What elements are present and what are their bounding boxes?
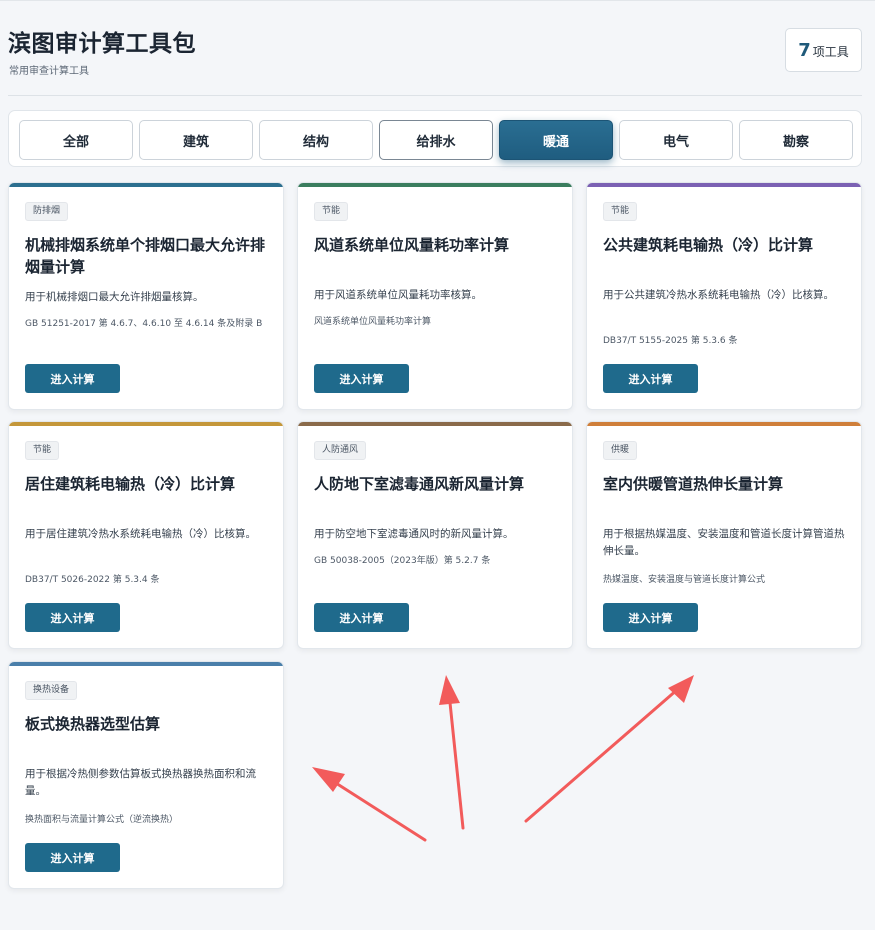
- card-tag: 节能: [25, 441, 60, 460]
- header-divider: [8, 95, 862, 96]
- tool-card: 人防通风 人防地下室滤毒通风新风量计算 用于防空地下室滤毒通风时的新风量计算。 …: [297, 421, 573, 649]
- tool-count-badge: 7 项工具: [785, 28, 862, 72]
- card-tag: 人防通风: [314, 441, 367, 460]
- tool-card: 防排烟 机械排烟系统单个排烟口最大允许排烟量计算 用于机械排烟口最大允许排烟量核…: [8, 182, 284, 410]
- card-description: 用于机械排烟口最大允许排烟量核算。: [25, 291, 204, 303]
- card-accent-bar: [9, 183, 283, 187]
- card-accent-bar: [9, 662, 283, 666]
- card-title: 公共建筑耗电输热（冷）比计算: [603, 236, 814, 254]
- filter-all-button[interactable]: 全部: [19, 120, 133, 160]
- card-title: 室内供暖管道热伸长量计算: [603, 475, 784, 493]
- arrow-left: [312, 767, 427, 842]
- tool-card: 节能 风道系统单位风量耗功率计算 用于风道系统单位风量耗功率核算。 风道系统单位…: [297, 182, 573, 410]
- card-accent-bar: [587, 183, 861, 187]
- arrow-up: [439, 675, 465, 830]
- filter-architecture-button[interactable]: 建筑: [139, 120, 253, 160]
- enter-calculation-button[interactable]: 进入计算: [603, 364, 698, 393]
- tool-card: 换热设备 板式换热器选型估算 用于根据冷热侧参数估算板式换热器换热面积和流量。 …: [8, 661, 284, 889]
- enter-calculation-button[interactable]: 进入计算: [25, 603, 120, 632]
- card-tag: 防排烟: [25, 202, 69, 221]
- card-title: 人防地下室滤毒通风新风量计算: [314, 475, 525, 493]
- card-accent-bar: [298, 422, 572, 426]
- tool-card: 节能 公共建筑耗电输热（冷）比计算 用于公共建筑冷热水系统耗电输热（冷）比核算。…: [586, 182, 862, 410]
- filter-structure-button[interactable]: 结构: [259, 120, 373, 160]
- card-accent-bar: [9, 422, 283, 426]
- enter-calculation-button[interactable]: 进入计算: [314, 364, 409, 393]
- card-reference: 换热面积与流量计算公式（逆流换热）: [25, 815, 179, 825]
- card-description: 用于根据热媒温度、安装温度和管道长度计算管道热伸长量。: [603, 528, 845, 557]
- card-reference: 热媒温度、安装温度与管道长度计算公式: [603, 575, 766, 585]
- filter-survey-button[interactable]: 勘察: [739, 120, 853, 160]
- top-border: [0, 0, 875, 1]
- card-accent-bar: [298, 183, 572, 187]
- card-description: 用于根据冷热侧参数估算板式换热器换热面积和流量。: [25, 768, 256, 797]
- card-description: 用于公共建筑冷热水系统耗电输热（冷）比核算。: [603, 289, 834, 301]
- card-reference: 风道系统单位风量耗功率计算: [314, 317, 432, 327]
- arrow-right: [524, 675, 694, 823]
- card-tag: 节能: [314, 202, 349, 221]
- filter-hvac-button[interactable]: 暖通: [499, 120, 613, 160]
- card-reference: GB 51251-2017 第 4.6.7、4.6.10 至 4.6.14 条及…: [25, 319, 263, 329]
- card-description: 用于风道系统单位风量耗功率核算。: [314, 289, 482, 301]
- enter-calculation-button[interactable]: 进入计算: [314, 603, 409, 632]
- enter-calculation-button[interactable]: 进入计算: [25, 843, 120, 872]
- tool-card: 供暖 室内供暖管道热伸长量计算 用于根据热媒温度、安装温度和管道长度计算管道热伸…: [586, 421, 862, 649]
- card-title: 居住建筑耗电输热（冷）比计算: [25, 475, 236, 493]
- card-tag: 节能: [603, 202, 638, 221]
- page-header: 滨图审计算工具包 常用审查计算工具 7 项工具: [8, 24, 862, 78]
- page-title: 滨图审计算工具包: [8, 31, 196, 57]
- enter-calculation-button[interactable]: 进入计算: [25, 364, 120, 393]
- card-description: 用于居住建筑冷热水系统耗电输热（冷）比核算。: [25, 528, 256, 540]
- card-description: 用于防空地下室滤毒通风时的新风量计算。: [314, 528, 514, 540]
- tool-card: 节能 居住建筑耗电输热（冷）比计算 用于居住建筑冷热水系统耗电输热（冷）比核算。…: [8, 421, 284, 649]
- tool-count-number: 7: [798, 39, 811, 61]
- card-title: 板式换热器选型估算: [25, 715, 161, 733]
- enter-calculation-button[interactable]: 进入计算: [603, 603, 698, 632]
- tool-count-unit: 项工具: [812, 45, 849, 59]
- card-reference: DB37/T 5155-2025 第 5.3.6 条: [603, 336, 738, 346]
- card-reference: GB 50038-2005（2023年版）第 5.2.7 条: [314, 556, 491, 566]
- card-title: 风道系统单位风量耗功率计算: [314, 236, 510, 254]
- card-tag: 供暖: [603, 441, 638, 460]
- card-title: 机械排烟系统单个排烟口最大允许排烟量计算: [25, 236, 266, 276]
- filter-electrical-button[interactable]: 电气: [619, 120, 733, 160]
- filter-plumbing-button[interactable]: 给排水: [379, 120, 493, 160]
- page-subtitle: 常用审查计算工具: [9, 66, 89, 77]
- category-filter-bar: 全部 建筑 结构 给排水 暖通 电气 勘察: [8, 110, 862, 167]
- card-accent-bar: [587, 422, 861, 426]
- card-tag: 换热设备: [25, 681, 78, 700]
- card-reference: DB37/T 5026-2022 第 5.3.4 条: [25, 575, 160, 585]
